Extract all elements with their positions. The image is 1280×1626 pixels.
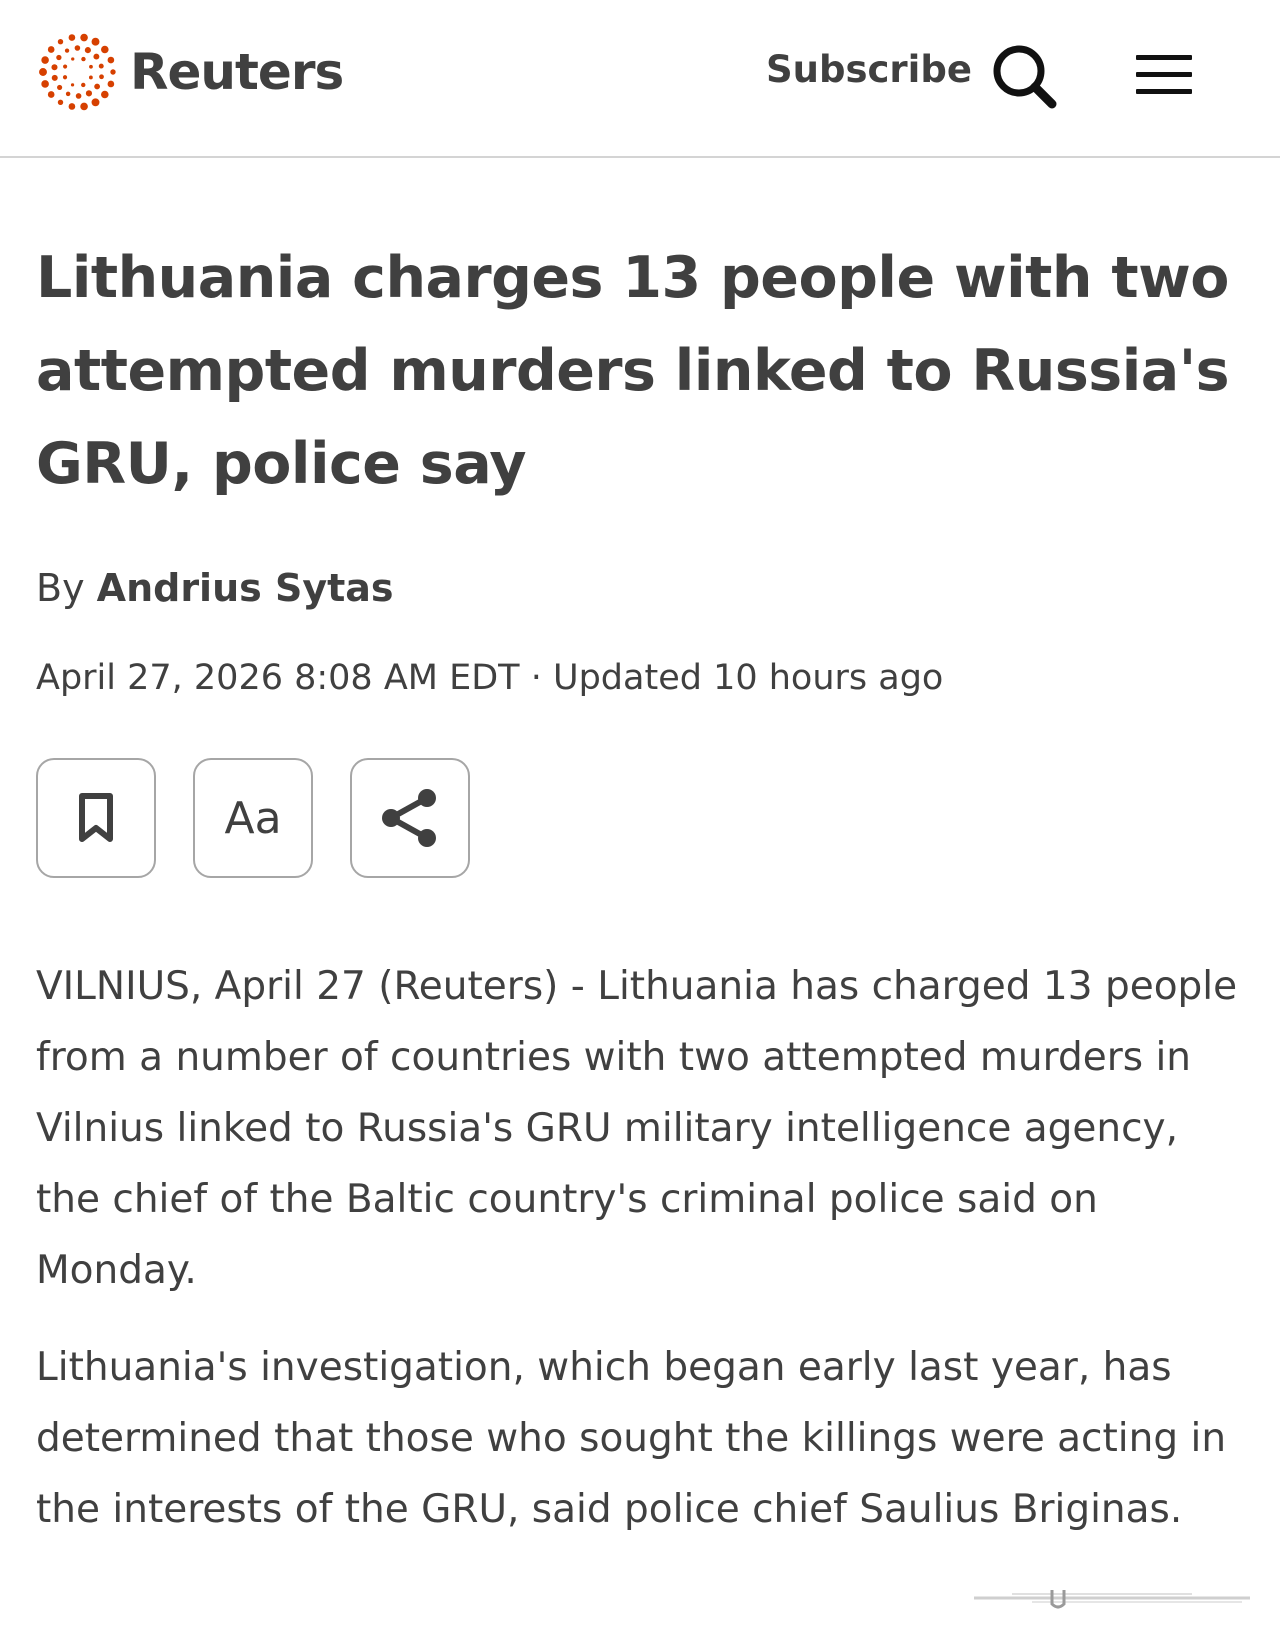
bookmark-icon [79, 793, 113, 842]
logo-dot [51, 74, 58, 81]
logo-dot [91, 98, 100, 107]
logo-dot [47, 91, 55, 98]
article-paragraph: VILNIUS, April 27 (Reuters) - Lithuania … [36, 964, 1238, 1293]
menu-button[interactable] [1134, 50, 1194, 100]
logo-dot [81, 56, 86, 62]
logo-text: Reuters [130, 43, 344, 101]
logo-dot [91, 37, 100, 46]
text-size-label: Aa [224, 792, 282, 844]
search-icon [993, 45, 1057, 109]
logo-dot [98, 63, 104, 69]
logo-dot [62, 75, 68, 80]
logo-dot [107, 56, 115, 64]
search-button[interactable] [990, 42, 1060, 112]
updated-time: Updated 10 hours ago [552, 658, 944, 698]
article-headline: Lithuania charges 13 people with two att… [36, 245, 1230, 497]
logo-dot [110, 69, 116, 75]
logo-dot [81, 82, 86, 88]
logo-dot [80, 33, 88, 42]
site-header: Reuters Subscribe [0, 0, 1280, 158]
logo-dot [63, 64, 68, 69]
text-size-button[interactable]: Aa [193, 758, 313, 878]
logo-dot [39, 68, 47, 76]
watermark-scribble [974, 1590, 1250, 1609]
logo-dot [75, 93, 82, 99]
hamburger-menu-icon [1136, 55, 1192, 94]
logo-dot [57, 84, 63, 91]
publish-date: April 27, 2026 8:08 AM EDT [36, 658, 520, 698]
logo-dot [57, 38, 64, 45]
logo-dot [80, 102, 88, 111]
logo-dot [107, 80, 115, 88]
byline: By Andrius Sytas [36, 566, 394, 610]
logo-dot [57, 99, 64, 106]
logo-dot [70, 83, 75, 87]
logo-dot [41, 80, 49, 88]
bookmark-button[interactable] [36, 758, 156, 878]
logo-dot [94, 83, 101, 90]
logo-dot [71, 57, 75, 61]
logo-dot [68, 103, 76, 110]
logo-dot [101, 90, 109, 99]
byline-prefix: By [36, 566, 85, 610]
subscribe-link[interactable]: Subscribe [766, 48, 972, 91]
author-link[interactable]: Andrius Sytas [97, 566, 394, 610]
logo-dot [101, 45, 109, 54]
logo-dot [93, 53, 100, 60]
logo-dot [84, 47, 91, 54]
dateline: April 27, 2026 8:08 AM EDT · Updated 10 … [36, 658, 943, 698]
logo-dot [41, 56, 49, 64]
logo-dot [65, 91, 71, 97]
share-button[interactable] [350, 758, 470, 878]
logo-dot [64, 48, 70, 53]
logo-dot [99, 74, 104, 80]
article-actions: Aa [36, 758, 470, 878]
logo-dot [74, 45, 81, 51]
date-separator: · [530, 658, 542, 698]
article-paragraph: Lithuania's investigation, which began e… [36, 1345, 1227, 1532]
logo-dot [89, 64, 93, 69]
logo-dot [88, 75, 93, 80]
share-icon [382, 789, 436, 847]
reuters-logo[interactable]: Reuters [36, 30, 344, 114]
reuters-logo-icon [39, 33, 116, 111]
logo-dot [85, 90, 93, 97]
logo-dot [47, 46, 55, 53]
logo-dot [68, 34, 76, 41]
logo-dot [56, 54, 62, 61]
logo-dot [51, 64, 58, 71]
